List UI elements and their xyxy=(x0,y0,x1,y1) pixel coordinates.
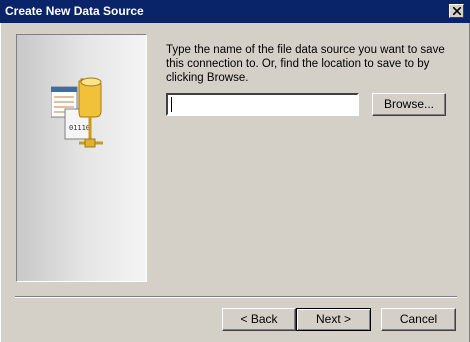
file-name-input[interactable] xyxy=(166,93,359,116)
wizard-illustration-panel: 01110 xyxy=(16,34,147,282)
svg-text:01110: 01110 xyxy=(69,124,90,132)
instructions-text: Type the name of the file data source yo… xyxy=(166,44,445,84)
cancel-button[interactable]: Cancel xyxy=(381,308,456,331)
data-source-icon: 01110 xyxy=(51,77,103,148)
back-button[interactable]: < Back xyxy=(222,308,296,331)
close-icon xyxy=(453,7,461,15)
text-caret xyxy=(171,97,172,112)
footer-separator xyxy=(15,296,457,298)
browse-button[interactable]: Browse... xyxy=(372,93,446,116)
next-button[interactable]: Next > xyxy=(296,308,371,331)
close-button[interactable] xyxy=(449,4,464,18)
window-title: Create New Data Source xyxy=(5,4,144,18)
title-bar: Create New Data Source xyxy=(0,0,470,23)
